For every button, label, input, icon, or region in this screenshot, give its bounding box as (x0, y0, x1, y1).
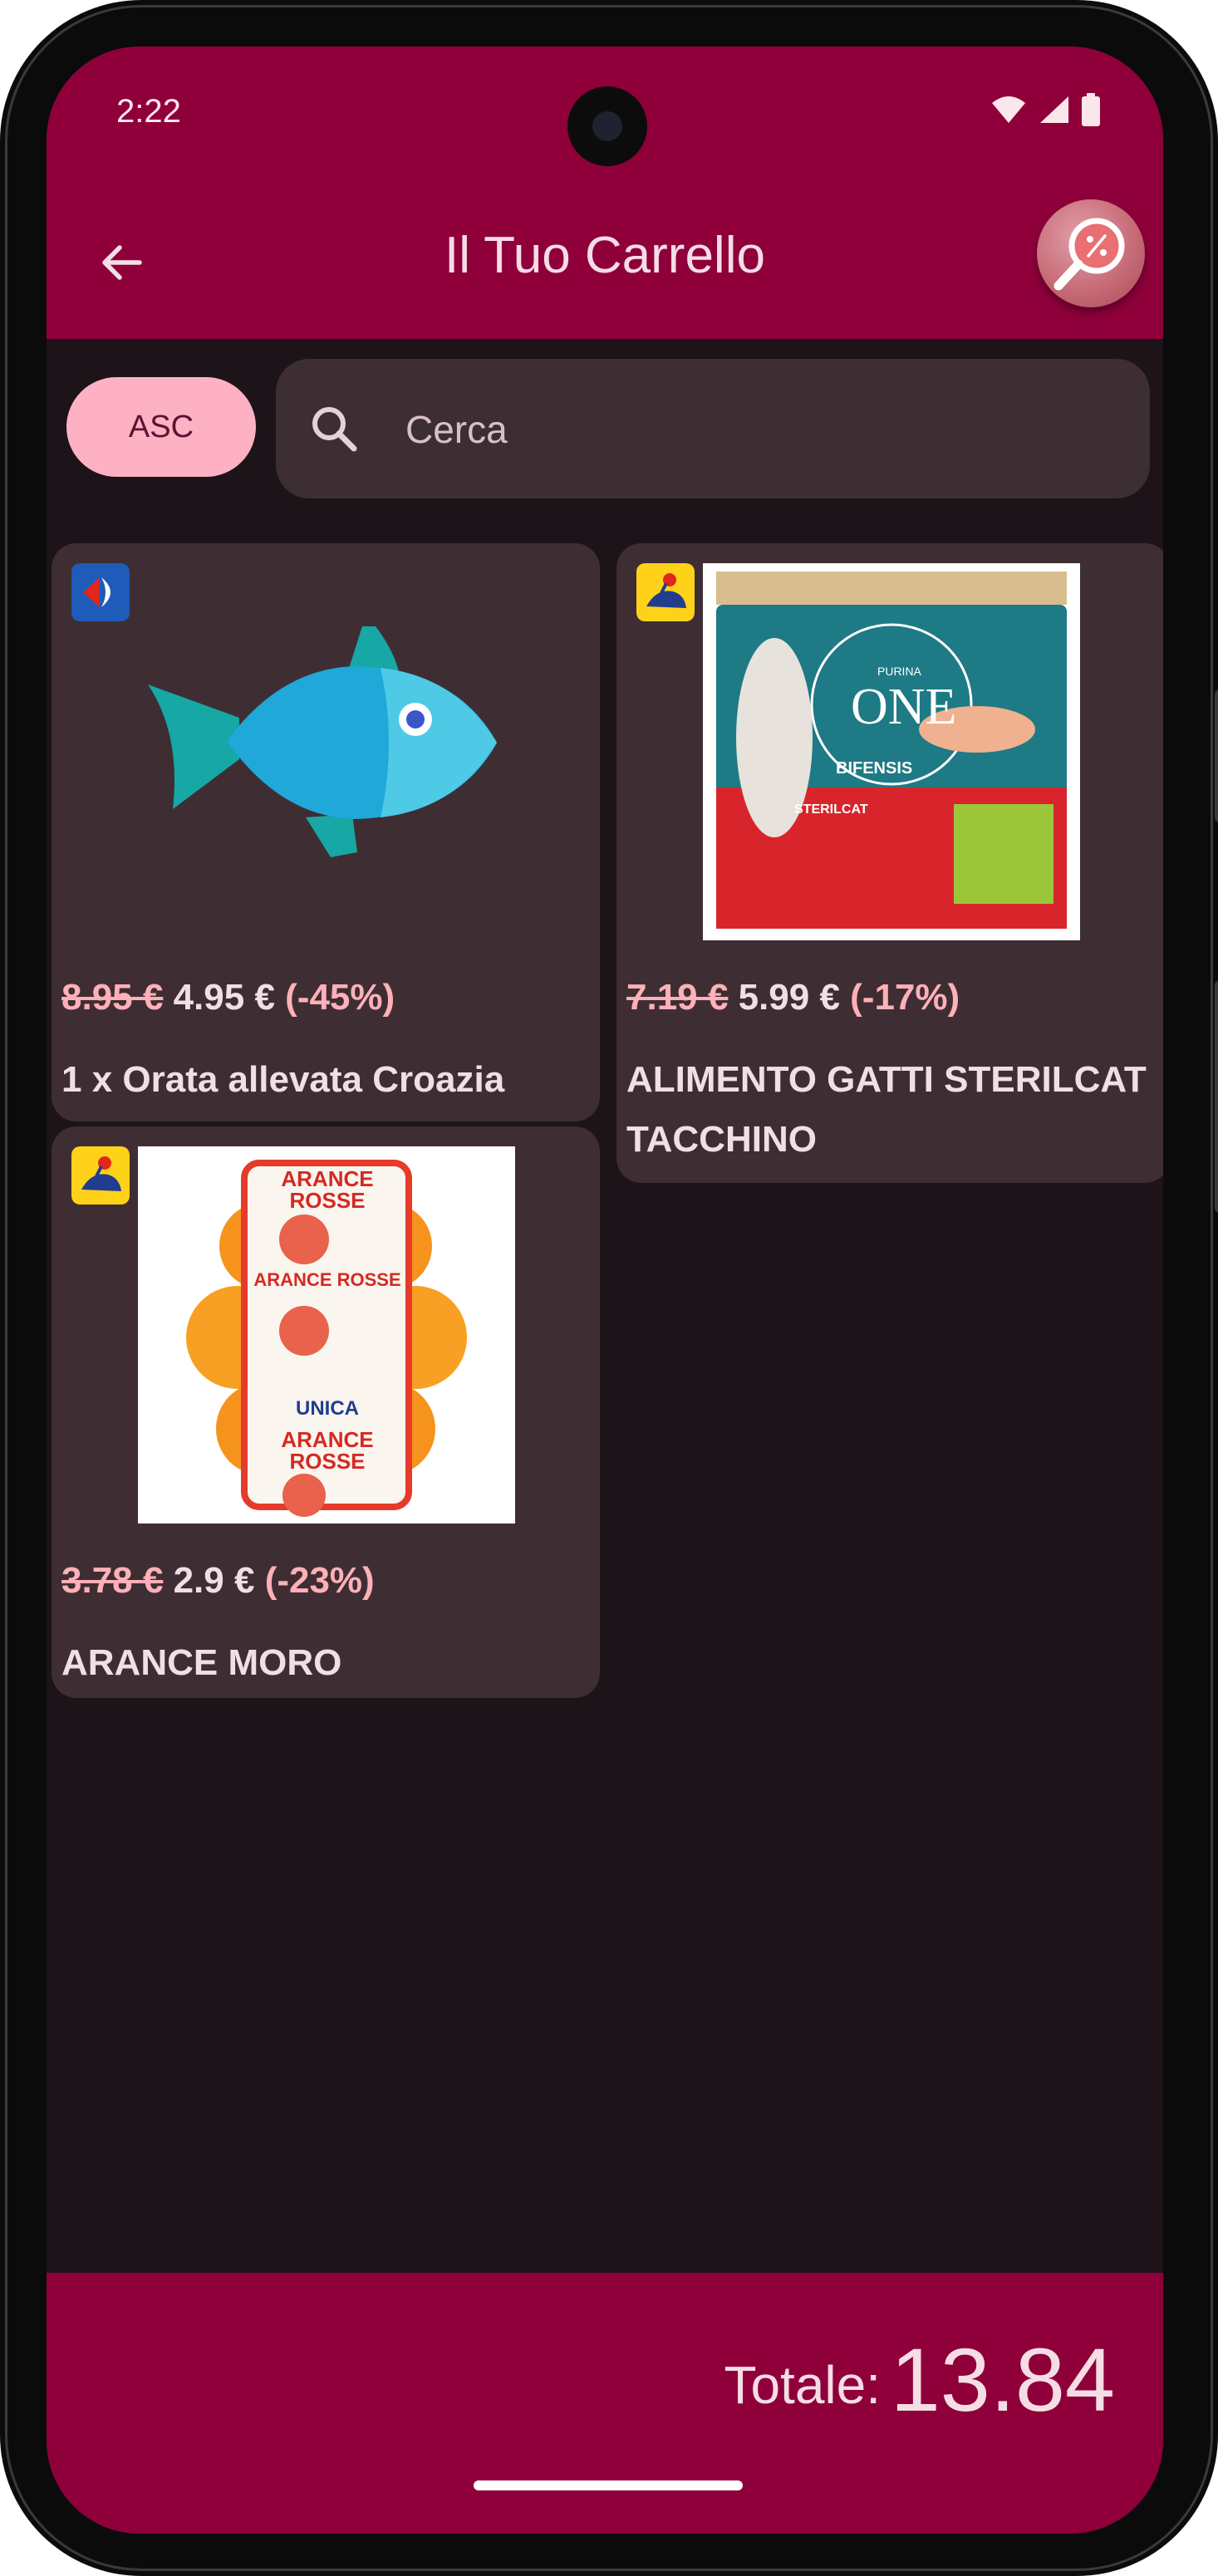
search-icon (312, 407, 357, 452)
total-value: 13.84 (890, 2329, 1115, 2430)
price-line: 8.95 € 4.95 € (-45%) (61, 977, 395, 1018)
total-label: Totale: (724, 2355, 881, 2415)
search-input[interactable] (404, 399, 1113, 460)
signal-icon (1040, 96, 1068, 123)
front-camera (567, 86, 647, 166)
product-name: 1 x Orata allevata Croazia (61, 1059, 505, 1100)
product-name: ARANCE MORO (61, 1642, 342, 1683)
product-name: ALIMENTO GATTI STERILCAT TACCHINO (626, 1059, 1147, 1160)
image-label-text: ARANCE ROSSE (253, 1269, 401, 1290)
new-price: 4.95 € (173, 977, 275, 1018)
coop-logo-icon (636, 563, 695, 621)
discount-magnifier-icon (1053, 218, 1125, 291)
image-line-text: BIFENSIS (836, 759, 913, 778)
phone-frame: 2:22 Il Tuo Carrello ASC Cerca 8.95 € 4.… (0, 0, 1218, 2576)
sort-order-button[interactable]: ASC (66, 377, 256, 477)
volume-button (1215, 980, 1218, 1213)
discount-percentage: (-45%) (285, 977, 395, 1018)
price-line: 3.78 € 2.9 € (-23%) (61, 1560, 375, 1602)
discount-search-button[interactable] (1037, 199, 1145, 307)
old-price: 8.95 € (61, 977, 164, 1018)
image-brand-text: PURINA (877, 665, 921, 678)
image-product-text: ONE (851, 679, 957, 735)
fish-image (148, 626, 497, 857)
product-card[interactable]: 8.95 € 4.95 € (-45%) 1 x Orata allevata … (52, 543, 600, 1121)
discount-percentage: (-17%) (850, 977, 960, 1018)
wifi-icon (992, 96, 1025, 123)
coop-logo-icon (71, 1146, 130, 1205)
new-price: 2.9 € (173, 1560, 255, 1601)
status-time: 2:22 (116, 93, 181, 130)
screen: 2:22 Il Tuo Carrello ASC Cerca 8.95 € 4.… (47, 47, 1163, 2534)
price-line: 7.19 € 5.99 € (-17%) (626, 977, 960, 1018)
cat-food-bag-illustration (716, 572, 1067, 929)
old-price: 7.19 € (626, 977, 729, 1018)
battery-icon (1082, 93, 1100, 126)
power-button (1215, 689, 1218, 822)
image-variant-text: STERILCAT (794, 802, 868, 817)
home-indicator[interactable] (474, 2480, 743, 2490)
status-icons (990, 93, 1100, 126)
page-title: Il Tuo Carrello (444, 227, 765, 284)
cat-food-image: PURINA ONE BIFENSIS STERILCAT (703, 563, 1080, 940)
image-label-text: ARANCE ROSSE (281, 1427, 374, 1474)
oranges-image: ARANCE ROSSE ARANCE ROSSE UNICA ARANCE R… (138, 1146, 515, 1524)
search-bar[interactable] (276, 359, 1150, 498)
total-bar: Totale: 13.84 (47, 2273, 1163, 2534)
carrefour-logo-icon (71, 563, 130, 621)
image-brand-text: UNICA (296, 1397, 359, 1420)
discount-percentage: (-23%) (264, 1560, 375, 1601)
old-price: 3.78 € (61, 1560, 164, 1601)
new-price: 5.99 € (738, 977, 840, 1018)
image-label-text: ARANCE ROSSE (281, 1166, 374, 1213)
top-app-bar: 2:22 Il Tuo Carrello (47, 47, 1163, 339)
product-card[interactable]: PURINA ONE BIFENSIS STERILCAT 7.19 € 5.9… (616, 543, 1163, 1183)
product-card[interactable]: ARANCE ROSSE ARANCE ROSSE UNICA ARANCE R… (52, 1126, 600, 1698)
